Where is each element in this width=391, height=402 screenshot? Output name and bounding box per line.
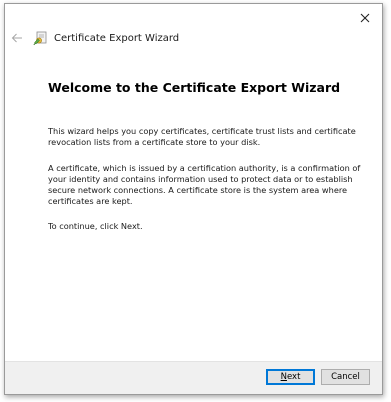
next-button[interactable]: Next bbox=[266, 369, 315, 385]
page-heading: Welcome to the Certificate Export Wizard bbox=[48, 80, 341, 95]
certificate-export-wizard-window: Certificate Export Wizard Welcome to the… bbox=[4, 3, 383, 395]
wizard-header: Certificate Export Wizard bbox=[5, 28, 382, 48]
back-button[interactable] bbox=[9, 30, 25, 46]
wizard-title: Certificate Export Wizard bbox=[54, 32, 180, 44]
certificate-description-paragraph: A certificate, which is issued by a cert… bbox=[48, 163, 361, 206]
close-button[interactable] bbox=[354, 8, 376, 28]
cancel-button[interactable]: Cancel bbox=[321, 369, 370, 385]
back-arrow-icon bbox=[11, 33, 22, 43]
close-icon bbox=[360, 13, 370, 23]
intro-paragraph: This wizard helps you copy certificates,… bbox=[48, 126, 356, 147]
wizard-footer: Next Cancel bbox=[5, 361, 382, 394]
certificate-wizard-icon bbox=[33, 31, 47, 46]
continue-instruction: To continue, click Next. bbox=[48, 221, 143, 231]
next-button-label: ext bbox=[286, 372, 301, 382]
